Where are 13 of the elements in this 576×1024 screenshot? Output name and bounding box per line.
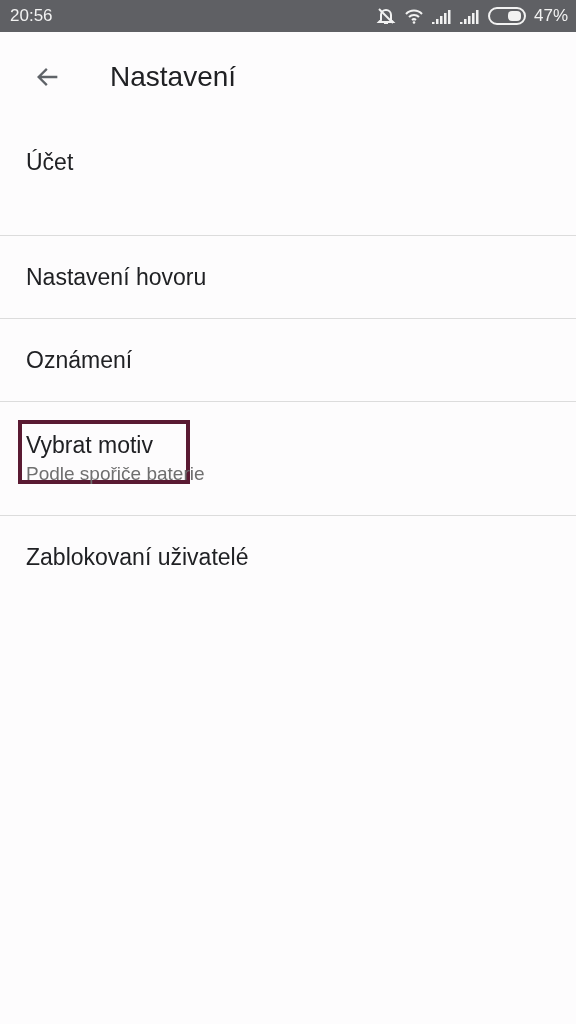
signal-icon bbox=[459, 8, 480, 24]
setting-title[interactable]: Účet bbox=[26, 149, 74, 176]
setting-title[interactable]: Vybrat motiv bbox=[26, 432, 153, 459]
battery-icon bbox=[487, 7, 526, 25]
page-title: Nastavení bbox=[110, 61, 237, 93]
status-time: 20:56 bbox=[10, 6, 53, 26]
setting-title[interactable]: Nastavení hovoru bbox=[26, 263, 207, 291]
setting-title[interactable]: Oznámení bbox=[26, 346, 133, 374]
bell-off-icon bbox=[375, 6, 396, 26]
setting-title[interactable]: Zablokovaní uživatelé bbox=[26, 544, 249, 571]
signal-icon bbox=[431, 8, 452, 24]
battery-percent: 47% bbox=[533, 6, 568, 26]
wifi-icon bbox=[403, 8, 424, 24]
